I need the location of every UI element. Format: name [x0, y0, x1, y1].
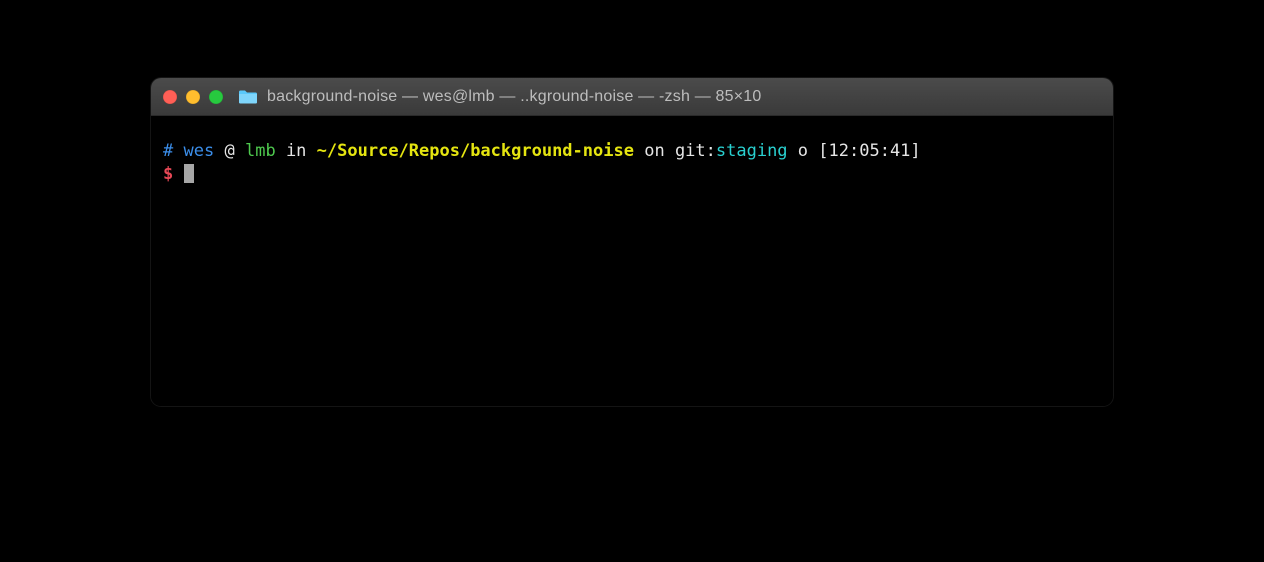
folder-icon — [238, 89, 258, 105]
prompt-dollar: $ — [163, 164, 173, 184]
prompt-at: @ — [224, 141, 234, 161]
zoom-icon[interactable] — [209, 90, 223, 104]
input-line[interactable]: $ — [163, 163, 1101, 186]
prompt-user: wes — [184, 141, 215, 161]
prompt-on: on — [644, 141, 664, 161]
prompt-git-status: o — [798, 141, 808, 161]
prompt-timestamp: [12:05:41] — [818, 141, 920, 161]
titlebar[interactable]: background-noise — wes@lmb — ..kground-n… — [151, 78, 1113, 116]
prompt-in: in — [286, 141, 306, 161]
terminal-body[interactable]: # wes @ lmb in ~/Source/Repos/background… — [151, 116, 1113, 406]
window-title: background-noise — wes@lmb — ..kground-n… — [267, 88, 762, 106]
cursor-icon — [184, 164, 194, 183]
prompt-line: # wes @ lmb in ~/Source/Repos/background… — [163, 140, 1101, 163]
terminal-window: background-noise — wes@lmb — ..kground-n… — [151, 78, 1113, 406]
minimize-icon[interactable] — [186, 90, 200, 104]
prompt-path: ~/Source/Repos/background-noise — [317, 141, 634, 161]
prompt-hash: # — [163, 141, 173, 161]
prompt-git-branch: staging — [716, 141, 788, 161]
prompt-git-label: git: — [675, 141, 716, 161]
close-icon[interactable] — [163, 90, 177, 104]
prompt-host: lmb — [245, 141, 276, 161]
